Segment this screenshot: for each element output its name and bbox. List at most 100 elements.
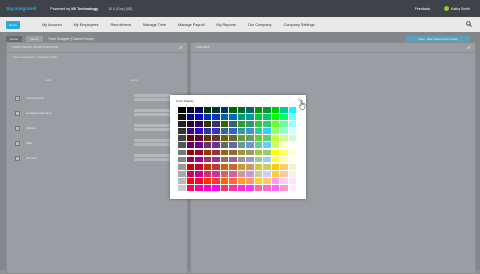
nav-recruitment[interactable]: Recruitment (111, 23, 131, 27)
color-swatch[interactable] (263, 121, 271, 127)
color-swatch[interactable] (246, 107, 254, 113)
color-swatch[interactable] (280, 185, 288, 191)
color-swatch[interactable] (203, 156, 211, 163)
list-item[interactable]: Section Header (15, 91, 180, 106)
color-swatch[interactable] (203, 128, 211, 135)
row-action-button[interactable] (134, 158, 174, 161)
color-swatch[interactable] (203, 121, 211, 127)
color-swatch[interactable] (263, 163, 271, 170)
color-swatch[interactable] (220, 163, 228, 170)
color-swatch[interactable] (229, 149, 237, 156)
color-swatch[interactable] (271, 128, 279, 135)
color-swatch[interactable] (212, 149, 220, 156)
color-swatch[interactable] (280, 128, 288, 135)
color-swatch[interactable] (288, 156, 296, 163)
color-swatch[interactable] (212, 170, 220, 177)
color-swatch[interactable] (288, 185, 296, 191)
color-swatch[interactable] (280, 170, 288, 177)
color-swatch[interactable] (186, 170, 194, 177)
row-action-button[interactable] (134, 128, 174, 131)
color-swatch[interactable] (186, 128, 194, 135)
row-action-button[interactable] (134, 154, 174, 157)
color-swatch[interactable] (229, 170, 237, 177)
color-swatch[interactable] (195, 107, 203, 113)
color-swatch[interactable] (254, 170, 262, 177)
color-swatch[interactable] (178, 135, 186, 142)
color-swatch[interactable] (186, 156, 194, 163)
app-logo[interactable]: Sig·Integrated (6, 6, 36, 11)
color-swatch[interactable] (263, 114, 271, 120)
color-swatch[interactable] (246, 121, 254, 127)
color-swatch[interactable] (271, 185, 279, 191)
color-swatch[interactable] (254, 163, 262, 170)
color-swatch[interactable] (212, 107, 220, 113)
color-swatch[interactable] (288, 170, 296, 177)
color-swatch[interactable] (203, 170, 211, 177)
color-swatch[interactable] (195, 128, 203, 135)
color-swatch[interactable] (237, 177, 245, 184)
color-swatch[interactable] (212, 121, 220, 127)
color-swatch[interactable] (271, 121, 279, 127)
color-swatch[interactable] (220, 177, 228, 184)
color-swatch[interactable] (203, 185, 211, 191)
color-swatch[interactable] (195, 114, 203, 120)
color-swatch[interactable] (263, 177, 271, 184)
color-swatch[interactable] (220, 185, 228, 191)
color-swatch[interactable] (280, 177, 288, 184)
row-action-button[interactable] (134, 98, 174, 101)
color-swatch[interactable] (254, 135, 262, 142)
color-swatch[interactable] (203, 114, 211, 120)
color-swatch[interactable] (220, 114, 228, 120)
color-swatch[interactable] (288, 121, 296, 127)
color-swatch[interactable] (246, 142, 254, 149)
color-swatch[interactable] (280, 142, 288, 149)
color-swatch[interactable] (263, 156, 271, 163)
color-swatch[interactable] (237, 135, 245, 142)
color-swatch[interactable] (186, 121, 194, 127)
color-swatch[interactable] (280, 135, 288, 142)
row-action-button[interactable] (134, 124, 174, 127)
list-item[interactable]: Website (15, 121, 180, 136)
color-swatch[interactable] (229, 121, 237, 127)
color-swatch[interactable] (229, 142, 237, 149)
color-swatch[interactable] (212, 114, 220, 120)
color-swatch[interactable] (280, 156, 288, 163)
color-swatch[interactable] (263, 149, 271, 156)
color-swatch[interactable] (254, 114, 262, 120)
color-swatch[interactable] (212, 185, 220, 191)
color-swatch[interactable] (271, 163, 279, 170)
color-swatch[interactable] (271, 156, 279, 163)
color-swatch[interactable] (178, 142, 186, 149)
edit-icon[interactable] (178, 45, 183, 50)
nav-my-reports[interactable]: My Reports (216, 23, 235, 27)
color-swatch[interactable] (178, 170, 186, 177)
color-swatch[interactable] (254, 185, 262, 191)
color-swatch[interactable] (271, 142, 279, 149)
color-swatch[interactable] (246, 170, 254, 177)
row-checkbox[interactable] (15, 156, 20, 161)
row-checkbox[interactable] (15, 141, 20, 146)
row-action-button[interactable] (134, 113, 174, 116)
color-swatch[interactable] (254, 142, 262, 149)
color-swatch[interactable] (212, 142, 220, 149)
color-swatch[interactable] (178, 185, 186, 191)
color-swatch[interactable] (212, 163, 220, 170)
color-swatch[interactable] (203, 163, 211, 170)
color-swatch[interactable] (220, 149, 228, 156)
edit-icon[interactable] (466, 45, 471, 50)
row-action-button[interactable] (134, 139, 174, 142)
color-swatch[interactable] (229, 114, 237, 120)
color-swatch[interactable] (263, 185, 271, 191)
color-swatch[interactable] (246, 149, 254, 156)
color-swatch[interactable] (195, 163, 203, 170)
nav-company-settings[interactable]: Company Settings (283, 23, 314, 27)
color-swatch[interactable] (212, 128, 220, 135)
color-swatch[interactable] (195, 149, 203, 156)
color-swatch[interactable] (186, 142, 194, 149)
color-swatch[interactable] (280, 114, 288, 120)
color-swatch[interactable] (186, 163, 194, 170)
color-swatch[interactable] (229, 107, 237, 113)
color-swatch[interactable] (254, 121, 262, 127)
color-swatch[interactable] (237, 170, 245, 177)
color-swatch[interactable] (246, 156, 254, 163)
